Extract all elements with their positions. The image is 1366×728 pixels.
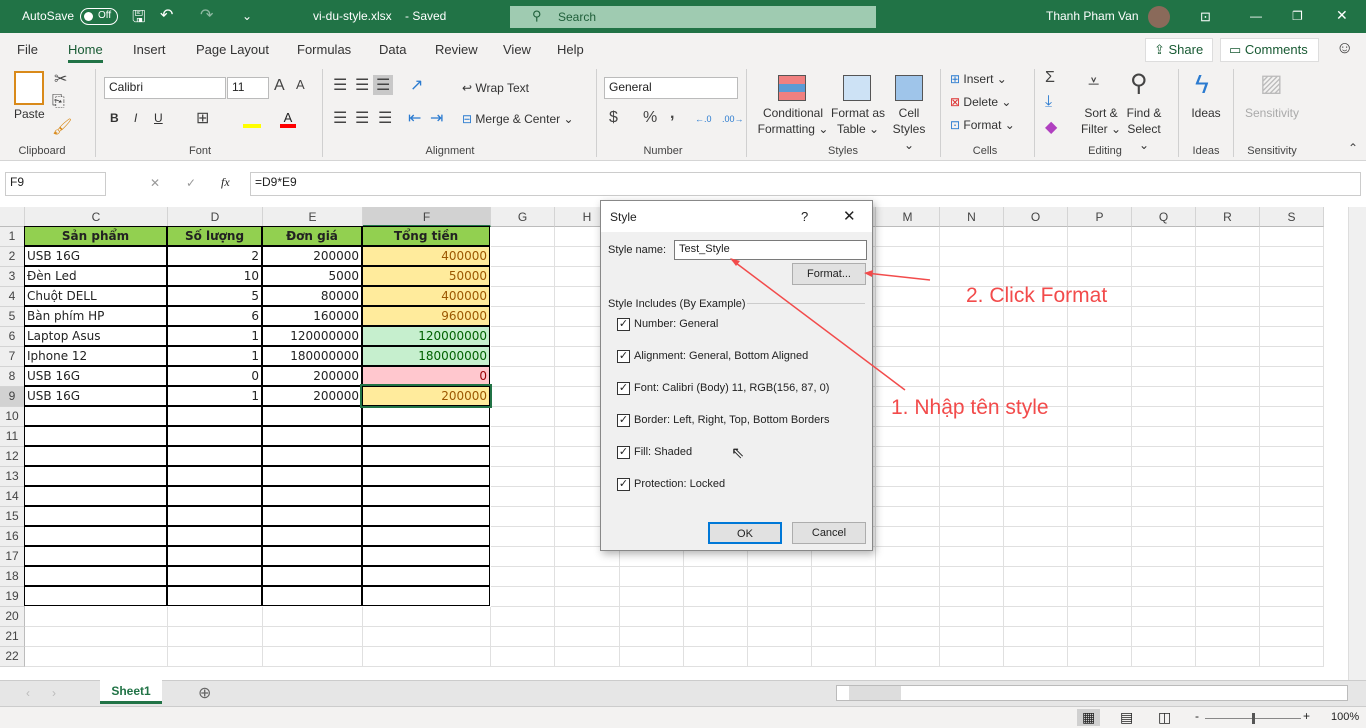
- annotation-step1: 1. Nhập tên style: [891, 396, 1049, 419]
- cell-F9[interactable]: 200000: [360, 384, 492, 408]
- arrow-step2-head: [864, 270, 873, 277]
- arrow-step2: [865, 272, 931, 281]
- annotation-step2: 2. Click Format: [966, 284, 1108, 307]
- arrow-step1: [731, 259, 906, 391]
- annotation-arrows: [730, 258, 931, 391]
